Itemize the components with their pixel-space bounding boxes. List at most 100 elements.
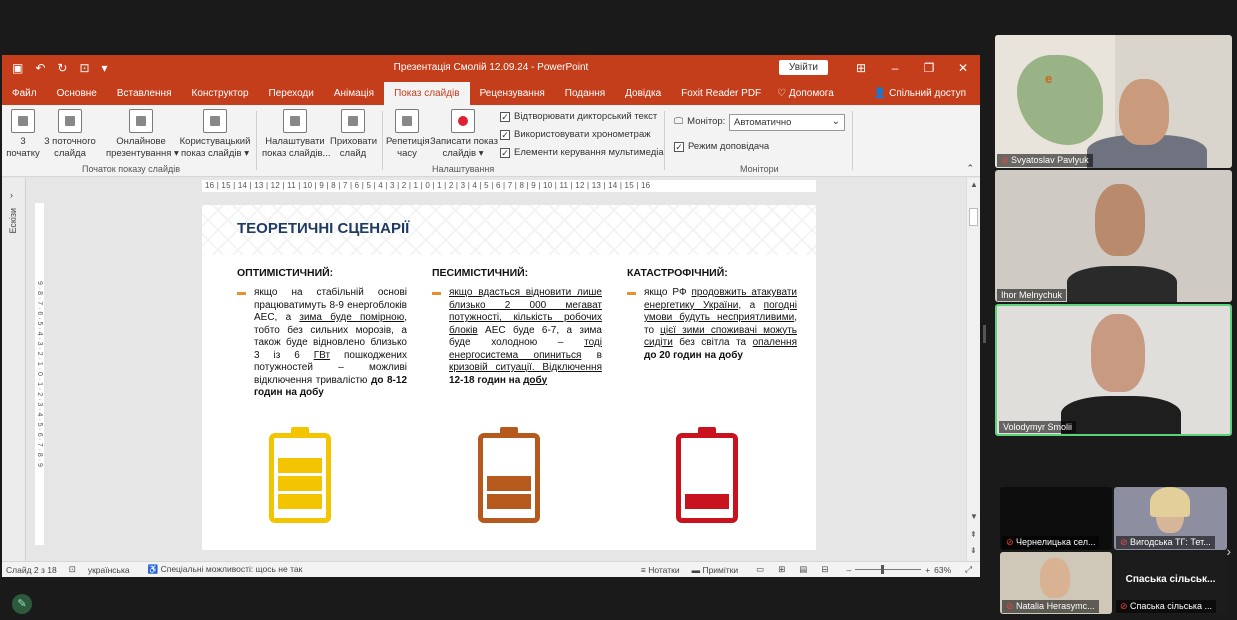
annotate-pen-icon[interactable]: ✎ <box>12 594 32 614</box>
participant-name: Ihor Melnychuk <box>997 289 1067 301</box>
tab-file[interactable]: Файл <box>2 88 47 105</box>
checkbox-checked-icon: ✓ <box>500 129 510 140</box>
zoom-control[interactable]: – + 63% ⤢ <box>846 564 972 575</box>
zoom-slider[interactable] <box>855 565 922 574</box>
custom-show-button[interactable]: Користувацький показ слайдів ▾ <box>178 109 252 160</box>
video-tile[interactable]: Спаська сільськ... ⊘ Спаська сільська ..… <box>1114 552 1227 614</box>
powerpoint-window: ▣ ↶ ↻ ⊡ ▾ Презентація Смолій 12.09.24 - … <box>2 55 980 577</box>
video-tile[interactable]: ⊘ Вигодська ТГ: Тет... <box>1114 487 1227 550</box>
ribbon-display-icon[interactable]: ⊞ <box>844 61 878 75</box>
tell-me-button[interactable]: ♡ Допомога <box>777 88 834 105</box>
tab-design[interactable]: Конструктор <box>182 88 259 105</box>
participant-name: ⊘ Чернелицька сел... <box>1002 536 1100 549</box>
horizontal-ruler: 16 | 15 | 14 | 13 | 12 | 11 | 10 | 9 | 8… <box>202 180 816 192</box>
next-slide-icon[interactable]: ⇟ <box>970 546 977 555</box>
restore-icon[interactable]: ❐ <box>912 61 946 75</box>
normal-view-icon[interactable]: ▭ <box>756 564 764 575</box>
video-tile[interactable]: ⊘ Чернелицька сел... <box>1000 487 1112 550</box>
tab-insert[interactable]: Вставлення <box>107 88 182 105</box>
present-online-button[interactable]: Онлайнове презентування ▾ <box>106 109 179 160</box>
expand-arrow-icon[interactable]: › <box>10 190 13 200</box>
slide-sorter-icon[interactable]: ⊞ <box>778 564 785 575</box>
thumbnails-pane[interactable]: › Ескізи <box>2 178 26 561</box>
rehearse-timings-button[interactable]: Репетиція часу <box>386 109 430 160</box>
customize-icon[interactable]: ▾ <box>102 61 108 75</box>
mic-muted-icon: ⊘ <box>1001 155 1012 165</box>
accessibility-icon: ♿ <box>147 564 161 574</box>
hide-slide-icon <box>341 109 365 133</box>
panel-splitter[interactable] <box>983 325 986 343</box>
scenario-catastrophic: КАТАСТРОФІЧНИЙ: якщо РФ продовжить атаку… <box>627 267 797 362</box>
scroll-thumb[interactable] <box>969 208 978 226</box>
ribbon-tabs: Файл Основне Вставлення Конструктор Пере… <box>2 80 980 105</box>
redo-icon[interactable]: ↻ <box>57 61 67 75</box>
media-controls-checkbox[interactable]: ✓ Елементи керування мультимедіа <box>500 147 664 158</box>
group-label-start: Початок показу слайдів <box>82 164 180 174</box>
hide-slide-button[interactable]: Приховати слайд <box>330 109 377 160</box>
tab-transitions[interactable]: Переходи <box>259 88 324 105</box>
minimize-icon[interactable]: – <box>878 61 912 75</box>
from-beginning-button[interactable]: 3 початку <box>6 109 40 160</box>
tab-animations[interactable]: Анімація <box>324 88 384 105</box>
accessibility-status[interactable]: ♿ Спеціальні можливості: щось не так <box>148 564 303 575</box>
battery-low-icon <box>676 427 738 523</box>
zoom-level[interactable]: 63% <box>934 565 951 575</box>
zoom-in-icon[interactable]: + <box>925 565 930 575</box>
chevron-right-icon[interactable]: › <box>1226 543 1231 559</box>
tab-slideshow[interactable]: Показ слайдів <box>384 82 470 105</box>
scroll-up-icon[interactable]: ▲ <box>970 180 978 189</box>
thumbnails-label: Ескізи <box>8 208 18 234</box>
undo-icon[interactable]: ↶ <box>35 61 45 75</box>
video-tile-active-speaker[interactable]: Volodymyr Smolii <box>995 304 1232 436</box>
use-timings-checkbox[interactable]: ✓ Використовувати хронометраж <box>500 129 651 140</box>
save-icon[interactable]: ▣ <box>12 61 23 75</box>
ribbon: 3 початку 3 поточного слайда Онлайнове п… <box>2 105 980 177</box>
reading-view-icon[interactable]: ▤ <box>799 564 807 575</box>
collapse-ribbon-icon[interactable]: ⌃ <box>966 163 974 174</box>
slideshow-start-icon <box>11 109 35 133</box>
tab-help[interactable]: Довідка <box>615 88 671 105</box>
scenario-text: якщо вдасться відновити лише близько 2 0… <box>432 287 602 387</box>
from-current-button[interactable]: 3 поточного слайда <box>42 109 98 160</box>
monitor-select[interactable]: Автоматично ⌄ <box>729 114 845 131</box>
zoom-out-icon[interactable]: – <box>846 565 851 575</box>
language-label[interactable]: українська <box>88 565 130 575</box>
video-tile[interactable]: е ⊘ Svyatoslav Pavlyuk <box>995 35 1232 168</box>
presenter-view-checkbox[interactable]: ✓ Режим доповідача <box>674 141 769 152</box>
vertical-scrollbar[interactable]: ▲ ▼ ⇞ ⇟ <box>966 178 980 561</box>
signin-button[interactable]: Увійти <box>778 60 828 75</box>
avatar <box>1091 314 1145 392</box>
scenario-text: якщо РФ продовжить атакувати енергетику … <box>627 287 797 362</box>
spellcheck-icon[interactable]: ⊡ <box>69 564 76 575</box>
record-icon <box>451 109 475 133</box>
monitor-label: 🖵 Монітор: <box>674 116 726 127</box>
tab-review[interactable]: Рецензування <box>470 88 555 105</box>
slide-canvas[interactable]: ТЕОРЕТИЧНІ СЦЕНАРІЇ ОПТИМІСТИЧНИЙ: якщо … <box>202 205 816 550</box>
slideshow-current-icon <box>58 109 82 133</box>
avatar <box>1040 558 1070 598</box>
close-icon[interactable]: ✕ <box>946 61 980 75</box>
slide-counter: Слайд 2 з 18 <box>6 564 57 575</box>
tab-foxit[interactable]: Foxit Reader PDF <box>671 88 771 105</box>
comment-icon: ▬ <box>691 564 703 575</box>
tab-home[interactable]: Основне <box>47 88 107 105</box>
scroll-down-icon[interactable]: ▼ <box>970 512 978 521</box>
present-icon[interactable]: ⊡ <box>79 61 89 75</box>
vertical-ruler: 9 · 8 · 7 · 6 · 5 · 4 · 3 · 2 · 1 · 0 · … <box>35 203 44 545</box>
tab-view[interactable]: Подання <box>555 88 615 105</box>
notes-button[interactable]: ≡ Нотатки <box>641 565 680 575</box>
video-tile[interactable]: ⊘ Natalia Herasymc... <box>1000 552 1112 614</box>
prev-slide-icon[interactable]: ⇞ <box>970 530 977 539</box>
person-icon: 👤 <box>873 88 890 99</box>
play-narrations-checkbox[interactable]: ✓ Відтворювати дикторський текст <box>500 111 657 122</box>
slideshow-view-icon[interactable]: ⊟ <box>821 564 828 575</box>
record-show-button[interactable]: Записати показ слайдів ▾ <box>430 109 498 160</box>
comments-button[interactable]: ▬ Примітки <box>692 565 739 575</box>
fit-slide-icon[interactable]: ⤢ <box>965 564 972 575</box>
slide-title: ТЕОРЕТИЧНІ СЦЕНАРІЇ <box>237 220 410 237</box>
setup-show-button[interactable]: Налаштувати показ слайдів... <box>262 109 330 160</box>
present-online-icon <box>129 109 153 133</box>
video-tile[interactable]: Ihor Melnychuk <box>995 170 1232 302</box>
monitor-icon: 🖵 <box>674 116 684 127</box>
share-button[interactable]: 👤 Спільний доступ <box>874 88 966 105</box>
